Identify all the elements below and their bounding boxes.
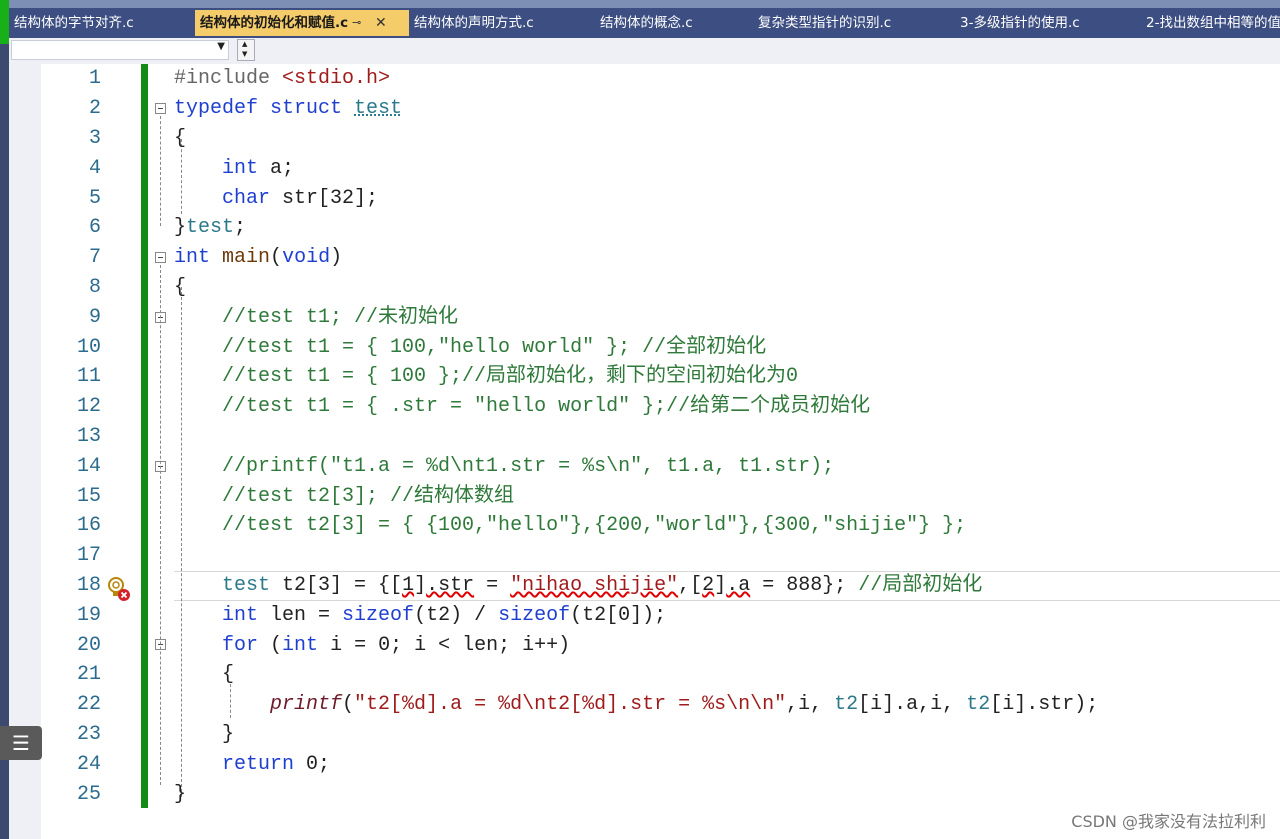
tab-label: 结构体的声明方式.c xyxy=(414,15,534,31)
code-line: //test t2[3] = { {100,"hello"},{200,"wor… xyxy=(222,514,967,537)
tab-bar: 结构体的字节对齐.c 结构体的初始化和赋值.c ⊸ ✕ 结构体的声明方式.c 结… xyxy=(9,0,1280,38)
line-number: 13 xyxy=(76,425,101,448)
tab-struct-alignment[interactable]: 结构体的字节对齐.c xyxy=(9,10,195,36)
code-line: { xyxy=(174,276,187,299)
line-number: 9 xyxy=(88,306,101,329)
code-line: }test; xyxy=(174,216,247,239)
code-line: printf("t2[%d].a = %d\nt2[%d].str = %s\n… xyxy=(270,693,1099,716)
left-rail xyxy=(0,0,9,839)
fold-guide xyxy=(160,116,161,226)
tab-struct-declaration[interactable]: 结构体的声明方式.c xyxy=(409,10,595,36)
line-number: 2 xyxy=(88,97,101,120)
tab-label: 3-多级指针的使用.c xyxy=(960,15,1080,31)
tab-find-equal[interactable]: 2-找出数组中相等的值 xyxy=(1141,10,1280,36)
fold-toggle[interactable] xyxy=(155,103,166,114)
tab-complex-pointer[interactable]: 复杂类型指针的识别.c xyxy=(753,10,955,36)
code-line: test t2[3] = {[1].str = "nihao shijie",[… xyxy=(222,574,983,597)
line-number: 7 xyxy=(88,246,101,269)
code-line: int a; xyxy=(222,157,295,180)
code-line: //printf("t1.a = %d\nt1.str = %s\n", t1.… xyxy=(222,455,835,478)
line-number: 18 xyxy=(76,574,101,597)
line-number: 5 xyxy=(88,187,101,210)
glyph-margin xyxy=(9,64,41,839)
line-number: 21 xyxy=(76,663,101,686)
code-line: //test t1 = { 100,"hello world" }; //全部初… xyxy=(222,336,767,359)
line-number: 11 xyxy=(76,365,101,388)
code-line: int main(void) xyxy=(174,246,343,269)
lightbulb-error-icon[interactable] xyxy=(105,576,131,602)
code-line: //test t1 = { .str = "hello world" };//给… xyxy=(222,395,871,418)
line-number: 4 xyxy=(88,157,101,180)
arrow-up-icon: ▲ xyxy=(242,40,248,48)
code-line: //test t1; //未初始化 xyxy=(222,306,459,329)
code-line: char str[32]; xyxy=(222,187,379,210)
watermark: CSDN @我家没有法拉利利 xyxy=(1071,812,1266,831)
status-indicator xyxy=(0,0,9,44)
line-number: 6 xyxy=(88,216,101,239)
tab-label: 2-找出数组中相等的值 xyxy=(1146,15,1280,31)
code-line: } xyxy=(174,783,187,806)
tab-multilevel-pointer[interactable]: 3-多级指针的使用.c xyxy=(955,10,1141,36)
line-number: 25 xyxy=(76,783,101,806)
tab-struct-concept[interactable]: 结构体的概念.c xyxy=(595,10,753,36)
line-number: 16 xyxy=(76,514,101,537)
code-line: #include <stdio.h> xyxy=(174,67,391,90)
line-number: 24 xyxy=(76,753,101,776)
line-number: 17 xyxy=(76,544,101,567)
code-line: { xyxy=(174,127,187,150)
line-number: 15 xyxy=(76,485,101,508)
tab-label: 复杂类型指针的识别.c xyxy=(758,15,892,31)
close-icon[interactable]: ✕ xyxy=(375,10,387,36)
line-number: 1 xyxy=(88,67,101,90)
code-line: int len = sizeof(t2) / sizeof(t2[0]); xyxy=(222,604,667,627)
line-number: 3 xyxy=(88,127,101,150)
code-line: for (int i = 0; i < len; i++) xyxy=(222,634,571,657)
code-line: return 0; xyxy=(222,753,331,776)
pin-icon[interactable]: ⊸ xyxy=(352,10,361,36)
arrow-down-icon: ▼ xyxy=(242,50,248,58)
code-line: //test t1 = { 100 };//局部初始化，剩下的空间初始化为0 xyxy=(222,365,799,388)
chevron-down-icon: ▼ xyxy=(217,41,225,52)
code-line: } xyxy=(222,723,235,746)
code-line: //test t2[3]; //结构体数组 xyxy=(222,485,515,508)
fold-guide xyxy=(160,265,161,785)
line-number: 10 xyxy=(76,336,101,359)
list-icon[interactable]: ☰ xyxy=(0,726,42,760)
tab-label: 结构体的初始化和赋值.c xyxy=(200,15,349,31)
line-number: 22 xyxy=(76,693,101,716)
line-number: 20 xyxy=(76,634,101,657)
tab-label: 结构体的字节对齐.c xyxy=(14,15,134,31)
line-number: 8 xyxy=(88,276,101,299)
tab-struct-init[interactable]: 结构体的初始化和赋值.c ⊸ ✕ xyxy=(195,10,409,36)
code-line: { xyxy=(222,663,235,686)
fold-toggle[interactable] xyxy=(155,252,166,263)
navigation-bar: ▼ ▲ ▼ xyxy=(9,38,1280,65)
code-editor[interactable]: 1 2 3 4 5 6 7 8 9 10 11 12 13 14 15 16 1… xyxy=(9,64,1280,839)
line-number: 12 xyxy=(76,395,101,418)
change-tracking-bar xyxy=(141,64,148,808)
tab-label: 结构体的概念.c xyxy=(600,15,693,31)
scope-dropdown[interactable]: ▼ xyxy=(11,40,229,60)
code-line: typedef struct test xyxy=(174,97,403,120)
line-number: 14 xyxy=(76,455,101,478)
split-arrows[interactable]: ▲ ▼ xyxy=(237,39,255,61)
line-number: 23 xyxy=(76,723,101,746)
line-number: 19 xyxy=(76,604,101,627)
